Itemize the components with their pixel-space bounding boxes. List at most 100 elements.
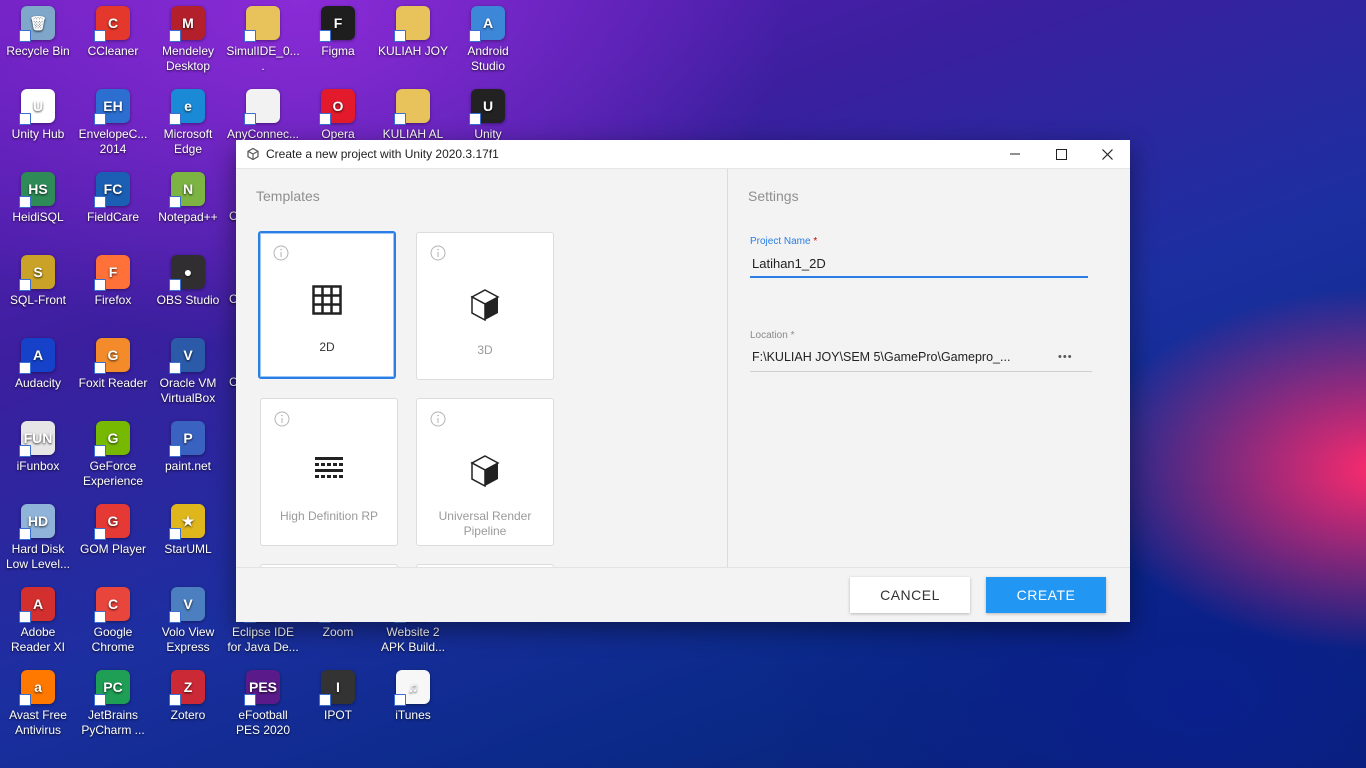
desktop-shortcut-label: Firefox bbox=[94, 293, 132, 307]
maximize-button[interactable] bbox=[1038, 140, 1084, 168]
recycle-bin-icon: 🗑 bbox=[19, 6, 55, 42]
desktop-shortcut-label: iTunes bbox=[395, 708, 431, 722]
cancel-button[interactable]: CANCEL bbox=[850, 577, 970, 613]
close-button[interactable] bbox=[1084, 140, 1130, 168]
desktop-shortcut[interactable]: A Android Studio bbox=[450, 6, 526, 74]
desktop-shortcut-label: Mendeley Desktop bbox=[161, 44, 215, 73]
desktop-shortcut-label: Oracle VM VirtualBox bbox=[159, 376, 217, 405]
close-icon bbox=[1101, 148, 1113, 160]
desktop-shortcut-label: Unity Hub bbox=[11, 127, 65, 141]
foxit-icon: G bbox=[94, 338, 130, 374]
desktop-shortcut[interactable]: U Unity Hub bbox=[0, 89, 76, 142]
desktop-shortcut-label: GOM Player bbox=[79, 542, 146, 556]
desktop-shortcut[interactable]: ● OBS Studio bbox=[150, 255, 226, 308]
desktop-shortcut[interactable]: G GOM Player bbox=[75, 504, 151, 557]
desktop-shortcut[interactable]: Z Zotero bbox=[150, 670, 226, 723]
create-button[interactable]: CREATE bbox=[986, 577, 1106, 613]
desktop-shortcut[interactable]: S SQL-Front bbox=[0, 255, 76, 308]
ifunbox-icon: FUN bbox=[19, 421, 55, 457]
create-project-dialog: Create a new project with Unity 2020.3.1… bbox=[236, 140, 1130, 622]
desktop-shortcut[interactable]: G GeForce Experience bbox=[75, 421, 151, 489]
desktop-shortcut-label: Avast Free Antivirus bbox=[9, 708, 67, 737]
desktop-shortcut[interactable]: PES eFootball PES 2020 bbox=[225, 670, 301, 738]
folder-icon bbox=[394, 89, 430, 125]
folder-icon bbox=[394, 6, 430, 42]
desktop-shortcut[interactable]: ♫ iTunes bbox=[375, 670, 451, 723]
gom-player-icon: G bbox=[94, 504, 130, 540]
desktop-shortcut[interactable]: C CCleaner bbox=[75, 6, 151, 59]
desktop-shortcut[interactable]: AnyConnec... bbox=[225, 89, 301, 142]
desktop-shortcut[interactable]: U Unity bbox=[450, 89, 526, 142]
chrome-icon: C bbox=[94, 587, 130, 623]
project-name-underline bbox=[750, 276, 1088, 278]
desktop-shortcut[interactable]: HD Hard Disk Low Level... bbox=[0, 504, 76, 572]
desktop-shortcut[interactable]: ★ StarUML bbox=[150, 504, 226, 557]
browse-button[interactable]: ••• bbox=[1058, 351, 1073, 363]
dialog-footer: CANCEL CREATE bbox=[236, 567, 1130, 622]
itunes-icon: ♫ bbox=[394, 670, 430, 706]
desktop-shortcut[interactable]: O Opera bbox=[300, 89, 376, 142]
geforce-icon: G bbox=[94, 421, 130, 457]
desktop-shortcut[interactable]: F Figma bbox=[300, 6, 376, 59]
desktop-shortcut-label: HeidiSQL bbox=[12, 210, 64, 224]
desktop-shortcut[interactable]: e Microsoft Edge bbox=[150, 89, 226, 157]
sql-front-icon: S bbox=[19, 255, 55, 291]
ipot-icon: I bbox=[319, 670, 355, 706]
template-name: 3D bbox=[477, 343, 493, 357]
desktop-shortcut[interactable]: HS HeidiSQL bbox=[0, 172, 76, 225]
desktop-shortcut[interactable]: V Oracle VM VirtualBox bbox=[150, 338, 226, 406]
info-icon[interactable] bbox=[274, 411, 290, 427]
desktop-shortcut[interactable]: M Mendeley Desktop bbox=[150, 6, 226, 74]
virtualbox-icon: V bbox=[169, 338, 205, 374]
template-name: Universal Render Pipeline bbox=[438, 509, 532, 538]
desktop-shortcut[interactable]: SimulIDE_0.... bbox=[225, 6, 301, 74]
desktop-shortcut[interactable]: C Google Chrome bbox=[75, 587, 151, 655]
desktop-shortcut-label: iFunbox bbox=[16, 459, 60, 473]
location-input[interactable]: F:\KULIAH JOY\SEM 5\GamePro\Gamepro_... bbox=[752, 350, 1010, 364]
unity-hub-icon: U bbox=[19, 89, 55, 125]
desktop-shortcut[interactable]: a Avast Free Antivirus bbox=[0, 670, 76, 738]
desktop-shortcut-label: FieldCare bbox=[86, 210, 140, 224]
desktop-shortcut[interactable]: KULIAH AL bbox=[375, 89, 451, 142]
desktop-shortcut-label: Google Chrome bbox=[91, 625, 135, 654]
desktop-shortcut-label: CCleaner bbox=[87, 44, 139, 58]
desktop-shortcut[interactable]: G Foxit Reader bbox=[75, 338, 151, 391]
desktop-shortcut[interactable]: KULIAH JOY bbox=[375, 6, 451, 59]
firefox-icon: F bbox=[94, 255, 130, 291]
info-icon[interactable] bbox=[273, 245, 289, 261]
desktop-shortcut[interactable]: FC FieldCare bbox=[75, 172, 151, 225]
desktop-shortcut[interactable]: V Volo View Express bbox=[150, 587, 226, 655]
desktop-shortcut[interactable]: EH EnvelopeC... 2014 bbox=[75, 89, 151, 157]
desktop-shortcut[interactable]: PC JetBrains PyCharm ... bbox=[75, 670, 151, 738]
desktop-shortcut[interactable]: I IPOT bbox=[300, 670, 376, 723]
desktop-shortcut[interactable]: FUN iFunbox bbox=[0, 421, 76, 474]
template-card-hdrp[interactable]: High Definition RP bbox=[260, 398, 398, 546]
adobe-reader-icon: A bbox=[19, 587, 55, 623]
grid-icon bbox=[312, 285, 342, 315]
desktop-shortcut[interactable]: A Adobe Reader XI bbox=[0, 587, 76, 655]
obs-icon: ● bbox=[169, 255, 205, 291]
desktop-shortcut[interactable]: 🗑 Recycle Bin bbox=[0, 6, 76, 59]
desktop-shortcut-label: StarUML bbox=[164, 542, 212, 556]
desktop-shortcut-label: Zoom bbox=[322, 625, 354, 639]
desktop-shortcut[interactable]: N Notepad++ bbox=[150, 172, 226, 225]
hdrp-icon bbox=[315, 457, 343, 478]
template-card-3d[interactable]: 3D bbox=[416, 232, 554, 380]
project-name-input[interactable]: Latihan1_2D bbox=[752, 256, 826, 271]
template-card-2d[interactable]: 2D bbox=[258, 231, 396, 379]
desktop-shortcut-label: GeForce Experience bbox=[82, 459, 144, 488]
android-studio-icon: A bbox=[469, 6, 505, 42]
info-icon[interactable] bbox=[430, 245, 446, 261]
template-card-urp[interactable]: Universal Render Pipeline bbox=[416, 398, 554, 546]
dialog-title: Create a new project with Unity 2020.3.1… bbox=[266, 147, 499, 161]
dialog-titlebar: Create a new project with Unity 2020.3.1… bbox=[236, 140, 1130, 169]
info-icon[interactable] bbox=[430, 411, 446, 427]
desktop-shortcut[interactable]: A Audacity bbox=[0, 338, 76, 391]
document-icon bbox=[244, 89, 280, 125]
minimize-button[interactable] bbox=[992, 140, 1038, 168]
cube-icon bbox=[470, 289, 500, 321]
location-underline bbox=[750, 371, 1092, 372]
desktop-shortcut[interactable]: F Firefox bbox=[75, 255, 151, 308]
desktop-shortcut-label: Volo View Express bbox=[161, 625, 215, 654]
desktop-shortcut[interactable]: Ppaint.net bbox=[150, 421, 226, 474]
